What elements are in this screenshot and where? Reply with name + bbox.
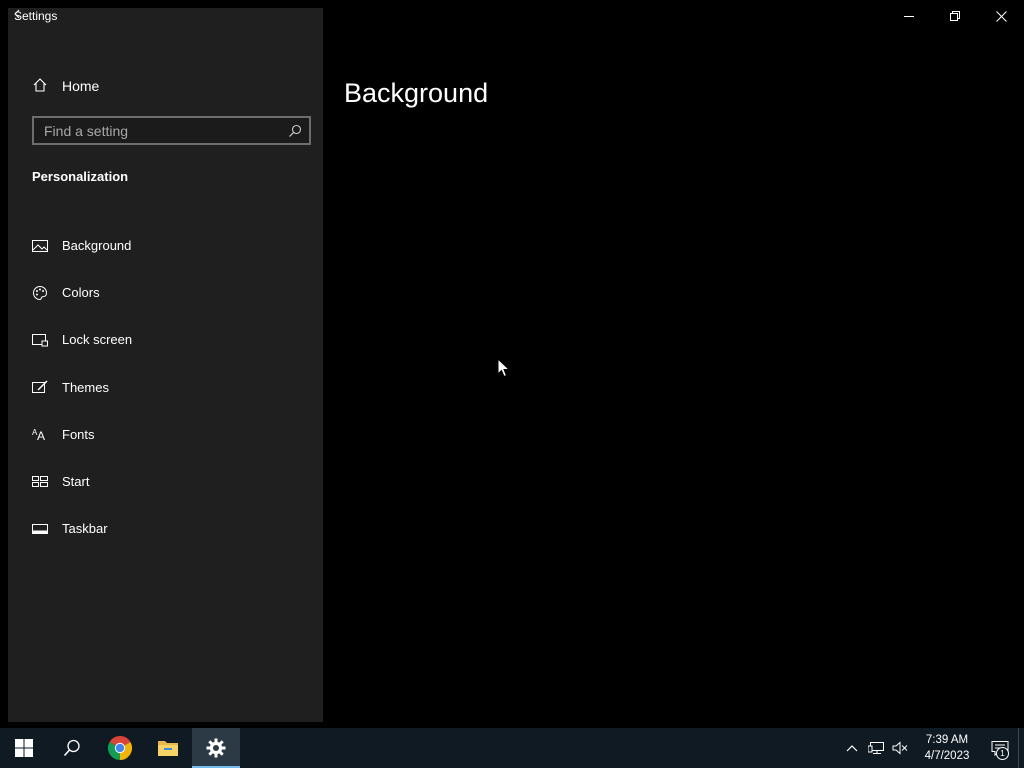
picture-icon <box>32 238 48 254</box>
chrome-icon <box>108 736 132 760</box>
themes-icon <box>32 379 48 395</box>
section-title: Personalization <box>32 169 129 184</box>
sidebar-item-start[interactable]: Start <box>32 458 312 505</box>
sidebar-item-label: Taskbar <box>62 521 108 537</box>
home-label: Home <box>62 78 100 94</box>
system-tray: 7:39 AM 4/7/2023 1 <box>840 728 1024 768</box>
clock-time: 7:39 AM <box>925 734 969 746</box>
sidebar-item-label: Colors <box>62 285 100 301</box>
chevron-up-icon <box>846 745 858 752</box>
sidebar-item-label: Lock screen <box>62 332 133 348</box>
start-icon <box>32 474 48 490</box>
sidebar: Home Personalization Background Colors <box>8 8 323 722</box>
sidebar-item-background[interactable]: Background <box>32 222 312 269</box>
taskbar-icon <box>32 521 48 537</box>
sidebar-item-themes[interactable]: Themes <box>32 364 312 411</box>
taskbar: 7:39 AM 4/7/2023 1 <box>0 728 1024 768</box>
file-explorer-icon <box>158 741 178 756</box>
restore-button[interactable] <box>932 0 978 32</box>
lock-screen-icon <box>32 332 48 348</box>
sidebar-item-label: Start <box>62 474 90 490</box>
close-button[interactable] <box>978 0 1024 32</box>
sidebar-item-lock-screen[interactable]: Lock screen <box>32 316 312 363</box>
settings-window: Home Personalization Background Colors <box>0 0 1024 728</box>
network-button[interactable] <box>864 728 888 768</box>
taskbar-search-button[interactable] <box>48 728 96 768</box>
notification-count-badge: 1 <box>996 747 1009 760</box>
personalization-nav: Background Colors Lock screen Themes A A… <box>32 222 312 552</box>
mouse-cursor-icon <box>497 358 511 378</box>
sidebar-item-colors[interactable]: Colors <box>32 269 312 316</box>
search-box <box>32 116 311 145</box>
sidebar-item-taskbar[interactable]: Taskbar <box>32 505 312 552</box>
restore-icon <box>950 11 960 21</box>
sidebar-item-label: Background <box>62 238 132 254</box>
sidebar-item-label: Themes <box>62 379 109 395</box>
sidebar-item-label: Fonts <box>62 426 95 442</box>
search-input[interactable] <box>34 118 274 143</box>
file-explorer-taskbar-button[interactable] <box>144 728 192 768</box>
clock[interactable]: 7:39 AM 4/7/2023 <box>912 732 982 764</box>
window-title: Settings <box>14 9 58 23</box>
search-icon[interactable] <box>288 124 302 143</box>
windows-start-icon <box>15 739 33 757</box>
volume-muted-icon <box>892 741 908 755</box>
show-desktop-button[interactable] <box>1018 728 1024 768</box>
action-center-button[interactable]: 1 <box>982 728 1018 768</box>
settings-icon <box>206 738 226 758</box>
show-hidden-icons-button[interactable] <box>840 728 864 768</box>
start-button[interactable] <box>0 728 48 768</box>
network-icon <box>868 742 884 754</box>
page-title: Background <box>344 78 489 109</box>
home-link[interactable]: Home <box>32 74 99 98</box>
svg-text:A: A <box>37 429 45 442</box>
clock-date: 4/7/2023 <box>924 750 970 762</box>
palette-icon <box>32 285 48 301</box>
home-icon <box>32 77 48 96</box>
search-icon <box>63 739 80 757</box>
chrome-taskbar-button[interactable] <box>96 728 144 768</box>
volume-button[interactable] <box>888 728 912 768</box>
settings-taskbar-button[interactable] <box>192 728 240 768</box>
close-icon <box>995 10 1007 22</box>
minimize-icon <box>904 16 914 17</box>
minimize-button[interactable] <box>886 0 932 32</box>
sidebar-item-fonts[interactable]: AA Fonts <box>32 411 312 458</box>
fonts-icon: AA <box>32 426 48 442</box>
